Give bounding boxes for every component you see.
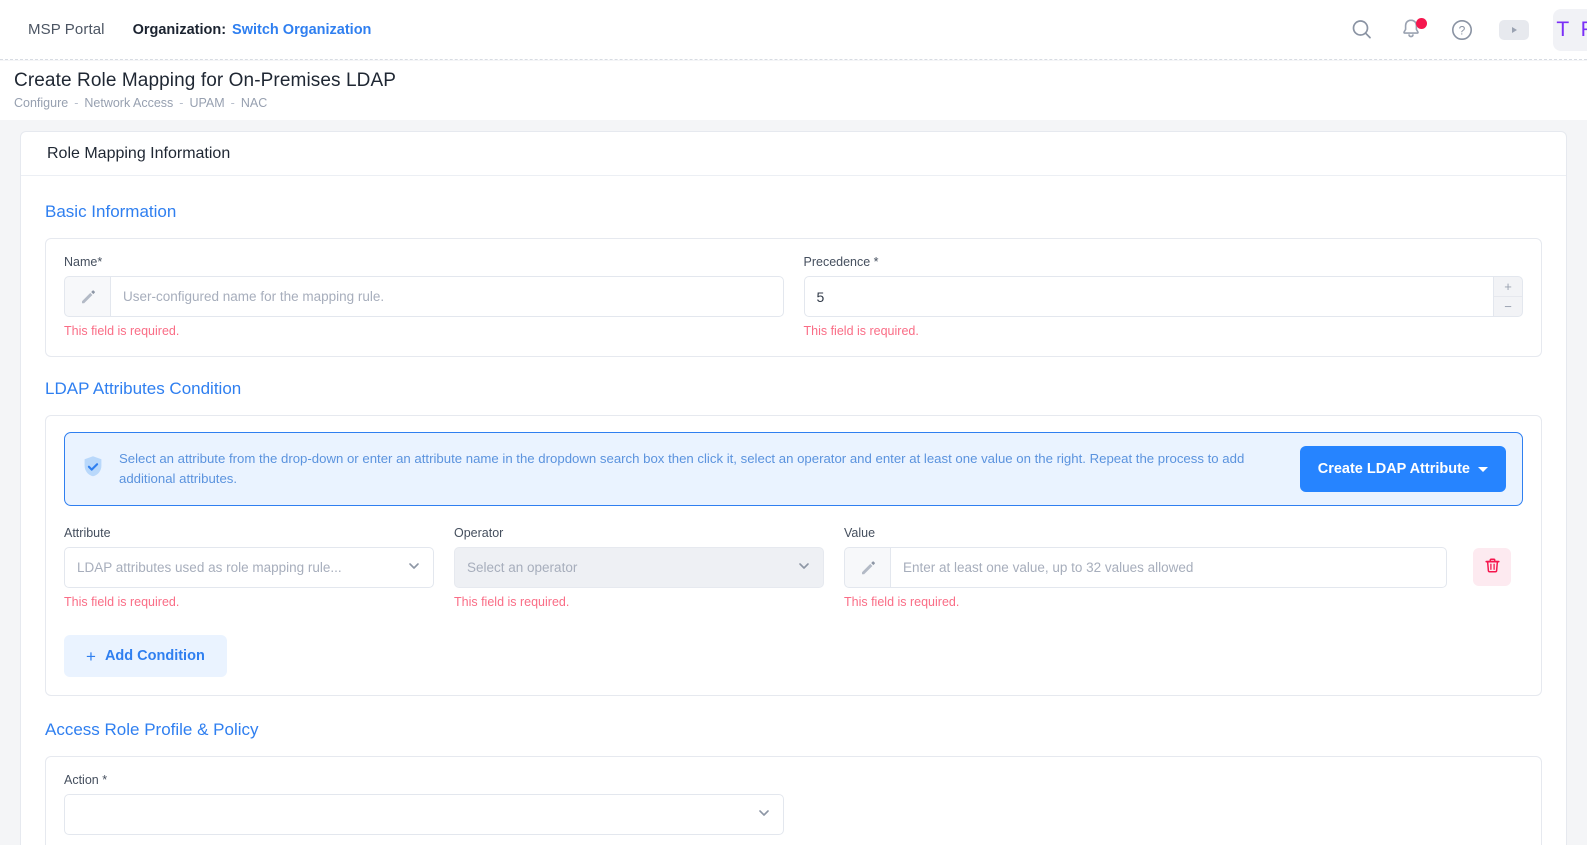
top-navigation-bar: MSP Portal Organization: Switch Organiza… <box>0 0 1587 60</box>
name-input-group <box>64 276 784 317</box>
shield-check-icon <box>79 453 107 486</box>
chevron-down-icon <box>1478 467 1488 472</box>
breadcrumb-item-network-access[interactable]: Network Access <box>84 96 173 110</box>
precedence-stepper: + − <box>804 276 1524 317</box>
search-icon[interactable] <box>1349 17 1375 43</box>
breadcrumb-item-configure[interactable]: Configure <box>14 96 68 110</box>
name-field-group: Name* This field is required. <box>64 255 784 338</box>
ldap-attributes-condition-panel: Select an attribute from the drop-down o… <box>45 415 1542 696</box>
breadcrumb-separator: - <box>231 96 235 110</box>
add-condition-button[interactable]: + Add Condition <box>64 635 227 677</box>
operator-field-group: Operator Select an operator This field i… <box>454 526 824 609</box>
help-icon[interactable]: ? <box>1449 17 1475 43</box>
access-role-profile-policy-panel: Action * <box>45 756 1542 845</box>
pencil-icon <box>844 547 890 588</box>
attribute-error-message: This field is required. <box>64 595 434 609</box>
chevron-down-icon <box>797 559 811 576</box>
section-title-basic-information: Basic Information <box>45 202 1542 222</box>
basic-information-panel: Name* This field is required. Preced <box>45 238 1542 357</box>
trash-icon <box>1483 556 1502 578</box>
card-body: Basic Information Name* This fiel <box>21 176 1566 845</box>
svg-text:?: ? <box>1459 23 1466 37</box>
action-select[interactable] <box>64 794 784 835</box>
attribute-label: Attribute <box>64 526 434 540</box>
action-field-group <box>64 794 784 835</box>
avatar[interactable]: T P <box>1553 9 1587 51</box>
role-mapping-information-card: Role Mapping Information Basic Informati… <box>20 131 1567 845</box>
operator-select[interactable]: Select an operator <box>454 547 824 588</box>
attribute-field-group: Attribute LDAP attributes used as role m… <box>64 526 434 609</box>
breadcrumb-item-upam[interactable]: UPAM <box>189 96 224 110</box>
action-label: Action * <box>64 773 1523 787</box>
page-header: Create Role Mapping for On-Premises LDAP… <box>0 61 1587 120</box>
app-brand-label: MSP Portal <box>28 21 105 38</box>
organization-switcher: Organization: Switch Organization <box>133 22 372 38</box>
operator-error-message: This field is required. <box>454 595 824 609</box>
create-ldap-attribute-button[interactable]: Create LDAP Attribute <box>1300 446 1506 492</box>
info-banner: Select an attribute from the drop-down o… <box>64 432 1523 506</box>
precedence-increment-button[interactable]: + <box>1494 277 1522 297</box>
delete-condition-button[interactable] <box>1473 548 1511 586</box>
condition-row: Attribute LDAP attributes used as role m… <box>64 526 1523 609</box>
breadcrumb-item-nac[interactable]: NAC <box>241 96 267 110</box>
chevron-down-icon <box>407 559 421 576</box>
name-label: Name* <box>64 255 784 269</box>
precedence-spinner: + − <box>1493 276 1523 317</box>
breadcrumb-separator: - <box>179 96 183 110</box>
value-input-group <box>844 547 1447 588</box>
condition-delete-group <box>1467 526 1523 586</box>
attribute-select[interactable]: LDAP attributes used as role mapping rul… <box>64 547 434 588</box>
video-play-icon[interactable] <box>1499 20 1529 40</box>
operator-select-value: Select an operator <box>467 560 789 575</box>
section-title-access-role-profile-policy: Access Role Profile & Policy <box>45 720 1542 740</box>
notification-badge-dot <box>1416 18 1427 29</box>
value-error-message: This field is required. <box>844 595 1447 609</box>
precedence-error-message: This field is required. <box>804 324 1524 338</box>
top-bar-actions: ? T P <box>1349 9 1587 51</box>
name-error-message: This field is required. <box>64 324 784 338</box>
notification-bell-icon[interactable] <box>1399 17 1425 43</box>
value-input[interactable] <box>890 547 1447 588</box>
chevron-down-icon <box>757 806 771 823</box>
switch-organization-link[interactable]: Switch Organization <box>232 22 371 38</box>
breadcrumb-separator: - <box>74 96 78 110</box>
precedence-decrement-button[interactable]: − <box>1494 297 1522 316</box>
precedence-input[interactable] <box>804 276 1494 317</box>
precedence-label: Precedence * <box>804 255 1524 269</box>
add-condition-label: Add Condition <box>105 648 205 664</box>
name-input[interactable] <box>110 276 784 317</box>
create-ldap-attribute-label: Create LDAP Attribute <box>1318 461 1470 477</box>
attribute-select-value: LDAP attributes used as role mapping rul… <box>77 560 399 575</box>
plus-icon: + <box>86 648 96 665</box>
breadcrumb: Configure - Network Access - UPAM - NAC <box>14 96 1587 110</box>
value-field-group: Value This field is required. <box>844 526 1447 609</box>
value-label: Value <box>844 526 1447 540</box>
precedence-field-group: Precedence * + − This field is required. <box>804 255 1524 338</box>
section-title-ldap-attributes-condition: LDAP Attributes Condition <box>45 379 1542 399</box>
page-title: Create Role Mapping for On-Premises LDAP <box>14 70 1587 92</box>
operator-label: Operator <box>454 526 824 540</box>
organization-label: Organization: <box>133 22 226 38</box>
pencil-icon <box>64 276 110 317</box>
card-title: Role Mapping Information <box>21 132 1566 176</box>
info-banner-text: Select an attribute from the drop-down o… <box>119 449 1288 490</box>
